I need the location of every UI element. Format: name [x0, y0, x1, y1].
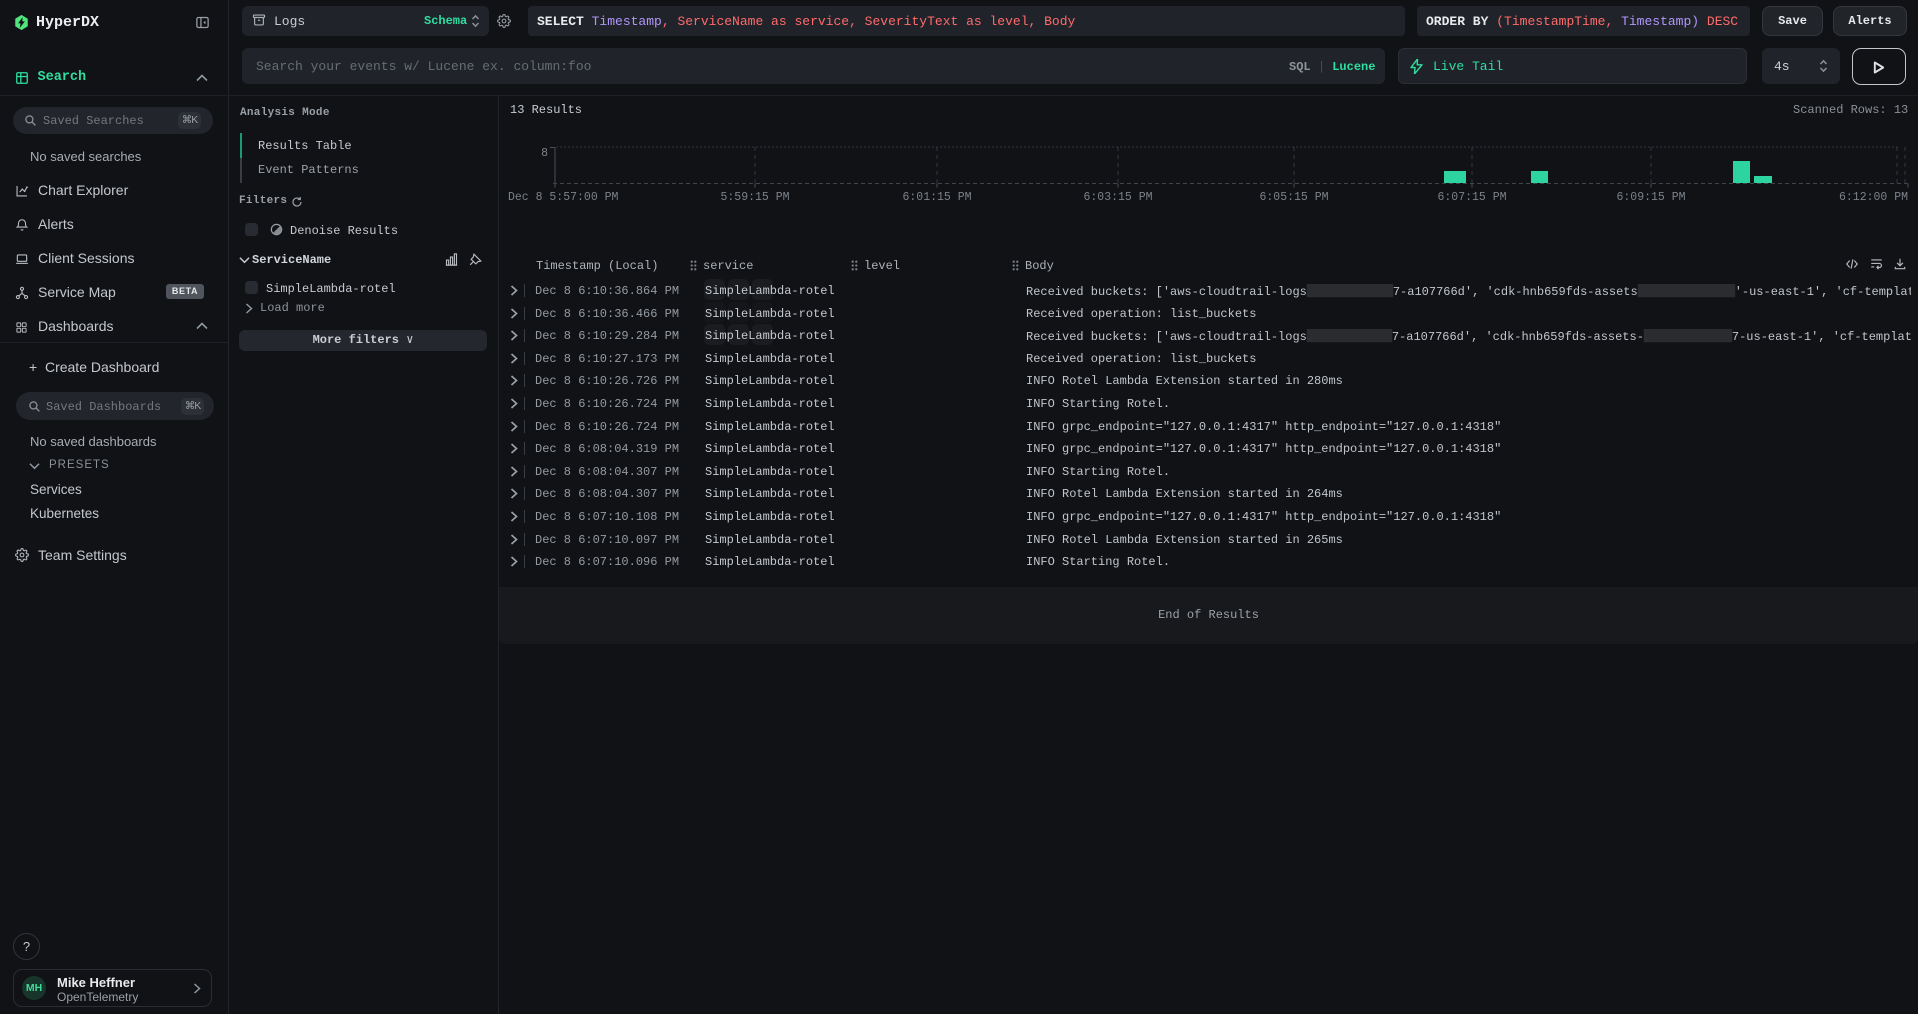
svg-text:5:59:15 PM: 5:59:15 PM — [720, 191, 789, 204]
svg-text:6:09:15 PM: 6:09:15 PM — [1616, 191, 1685, 204]
svg-text:8: 8 — [541, 147, 548, 160]
svg-text:6:07:15 PM: 6:07:15 PM — [1437, 191, 1506, 204]
svg-text:6:03:15 PM: 6:03:15 PM — [1083, 191, 1152, 204]
svg-text:6:12:00 PM: 6:12:00 PM — [1839, 191, 1908, 204]
svg-text:6:05:15 PM: 6:05:15 PM — [1259, 191, 1328, 204]
svg-text:Dec 8 5:57:00 PM: Dec 8 5:57:00 PM — [508, 191, 619, 204]
svg-text:6:01:15 PM: 6:01:15 PM — [902, 191, 971, 204]
